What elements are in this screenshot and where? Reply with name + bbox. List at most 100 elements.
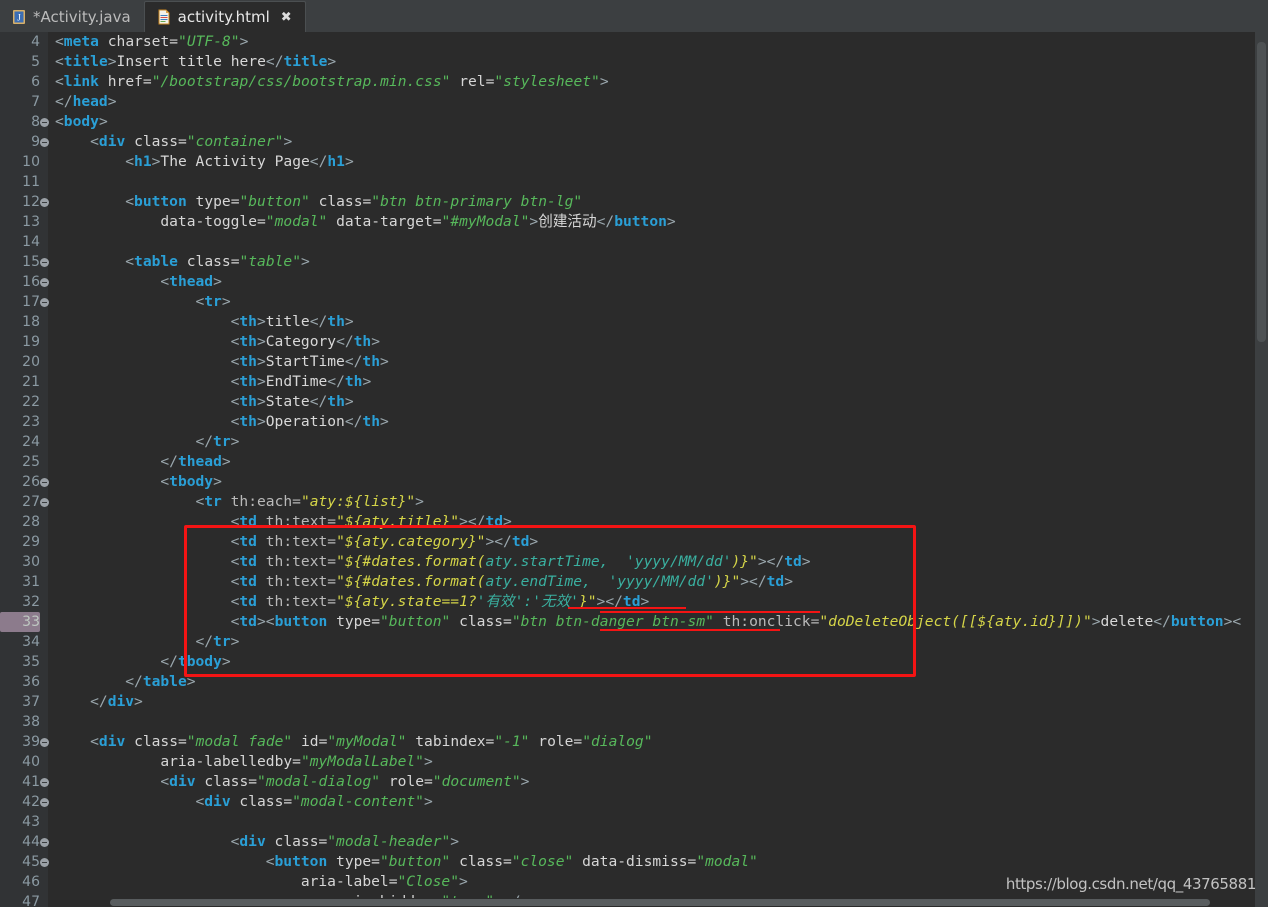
close-icon[interactable]: ✖ (281, 11, 292, 24)
code-line[interactable]: 15 <table class="table"> (0, 252, 1268, 272)
code-line[interactable]: 43 (0, 812, 1268, 832)
line-number: 30 (22, 554, 40, 570)
code-line[interactable]: 11 (0, 172, 1268, 192)
line-number: 14 (22, 234, 40, 250)
line-number: 11 (22, 174, 40, 190)
line-number: 35 (22, 654, 40, 670)
horizontal-scrollbar-track[interactable] (48, 898, 1255, 907)
code-text: <div class="modal-header"> (230, 833, 460, 850)
code-line[interactable]: 24 </tr> (0, 432, 1268, 452)
fold-toggle-icon[interactable] (40, 778, 49, 787)
code-line[interactable]: 17 <tr> (0, 292, 1268, 312)
code-line[interactable]: 4 <meta charset="UTF-8"> (0, 32, 1268, 52)
code-line[interactable]: 37 </div> (0, 692, 1268, 712)
code-text: <td th:text="${#dates.format(aty.endTime… (230, 573, 793, 590)
line-number: 32 (22, 594, 40, 610)
code-line[interactable]: 6 <link href="/bootstrap/css/bootstrap.mi… (0, 72, 1268, 92)
line-number: 5 (31, 54, 40, 70)
fold-toggle-icon[interactable] (40, 738, 49, 747)
code-text: </tbody> (160, 653, 231, 670)
code-line[interactable]: 7 </head> (0, 92, 1268, 112)
fold-toggle-icon[interactable] (40, 498, 49, 507)
line-number: 26 (22, 474, 40, 490)
fold-toggle-icon[interactable] (40, 198, 49, 207)
fold-toggle-icon[interactable] (40, 298, 49, 307)
line-number: 17 (22, 294, 40, 310)
code-text: <td th:text="${#dates.format(aty.startTi… (230, 553, 811, 570)
code-line[interactable]: 12 <button type="button" class="btn btn-p… (0, 192, 1268, 212)
line-number: 12 (22, 194, 40, 210)
code-line[interactable]: 29 <td th:text="${aty.category}"></td> (0, 532, 1268, 552)
code-line[interactable]: 10 <h1>The Activity Page</h1> (0, 152, 1268, 172)
code-line[interactable]: 9 <div class="container"> (0, 132, 1268, 152)
code-line[interactable]: 18 <th>title</th> (0, 312, 1268, 332)
code-text: <tbody> (160, 473, 222, 490)
code-text: <div class="modal fade" id="myModal" tab… (90, 733, 653, 750)
code-line[interactable]: 41 <div class="modal-dialog" role="docume… (0, 772, 1268, 792)
code-line[interactable]: 36 </table> (0, 672, 1268, 692)
code-line[interactable]: 27 <tr th:each="aty:${list}"> (0, 492, 1268, 512)
code-text: <div class="modal-dialog" role="document… (160, 773, 530, 790)
code-line[interactable]: 44 <div class="modal-header"> (0, 832, 1268, 852)
code-text: <table class="table"> (125, 253, 310, 270)
tab-activity-html[interactable]: activity.html ✖ (143, 1, 306, 32)
code-text: </thead> (160, 453, 231, 470)
line-number: 46 (22, 874, 40, 890)
code-line[interactable]: 45 <button type="button" class="close" da… (0, 852, 1268, 872)
editor-tab-bar: J *Activity.java activity.html ✖ (0, 0, 1268, 32)
tab-label: *Activity.java (33, 7, 131, 26)
line-number: 47 (22, 894, 40, 907)
fold-toggle-icon[interactable] (40, 138, 49, 147)
code-line[interactable]: 23 <th>Operation</th> (0, 412, 1268, 432)
code-line[interactable]: 34 </tr> (0, 632, 1268, 652)
code-line[interactable]: 31 <td th:text="${#dates.format(aty.endTi… (0, 572, 1268, 592)
vertical-scrollbar-thumb[interactable] (1257, 42, 1266, 342)
tab-activity-java[interactable]: J *Activity.java (0, 1, 144, 32)
vertical-scrollbar-track[interactable] (1255, 32, 1268, 907)
fold-toggle-icon[interactable] (40, 798, 49, 807)
code-text: <th>State</th> (230, 393, 354, 410)
horizontal-scrollbar-thumb[interactable] (110, 899, 1210, 906)
code-line[interactable]: 28 <td th:text="${aty.title}"></td> (0, 512, 1268, 532)
code-text: <tr> (195, 293, 231, 310)
code-line[interactable]: 5 <title>Insert title here</title> (0, 52, 1268, 72)
code-line[interactable]: 33 <td><button type="button" class="btn b… (0, 612, 1268, 632)
fold-toggle-icon[interactable] (40, 858, 49, 867)
code-line[interactable]: 19 <th>Category</th> (0, 332, 1268, 352)
code-line[interactable]: 14 (0, 232, 1268, 252)
line-number: 31 (22, 574, 40, 590)
fold-toggle-icon[interactable] (40, 838, 49, 847)
code-line[interactable]: 40 aria-labelledby="myModalLabel"> (0, 752, 1268, 772)
code-text: aria-labelledby="myModalLabel"> (160, 753, 433, 770)
fold-toggle-icon[interactable] (40, 278, 49, 287)
line-number: 21 (22, 374, 40, 390)
line-number: 10 (22, 154, 40, 170)
code-text: </tr> (195, 433, 240, 450)
code-text: <div class="modal-content"> (195, 793, 433, 810)
code-line[interactable]: 35 </tbody> (0, 652, 1268, 672)
code-line[interactable]: 16 <thead> (0, 272, 1268, 292)
code-line[interactable]: 30 <td th:text="${#dates.format(aty.start… (0, 552, 1268, 572)
code-line[interactable]: 8 <body> (0, 112, 1268, 132)
code-line[interactable]: 39 <div class="modal fade" id="myModal" t… (0, 732, 1268, 752)
code-text: <th>title</th> (230, 313, 354, 330)
code-line[interactable]: 13 data-toggle="modal" data-target="#myMo… (0, 212, 1268, 232)
code-line[interactable]: 22 <th>State</th> (0, 392, 1268, 412)
code-line[interactable]: 38 (0, 712, 1268, 732)
code-line[interactable]: 21 <th>EndTime</th> (0, 372, 1268, 392)
code-text: <td th:text="${aty.category}"></td> (230, 533, 539, 550)
fold-toggle-icon[interactable] (40, 478, 49, 487)
code-editor[interactable]: 4 <meta charset="UTF-8"> 5 <title>Insert ti… (0, 32, 1268, 907)
line-number: 13 (22, 214, 40, 230)
code-line[interactable]: 25 </thead> (0, 452, 1268, 472)
code-line[interactable]: 42 <div class="modal-content"> (0, 792, 1268, 812)
code-line[interactable]: 32 <td th:text="${aty.state==1?'有效':'无效'}… (0, 592, 1268, 612)
code-line[interactable]: 26 <tbody> (0, 472, 1268, 492)
code-text: <link href="/bootstrap/css/bootstrap.min… (55, 73, 609, 90)
fold-toggle-icon[interactable] (40, 258, 49, 267)
line-number: 25 (22, 454, 40, 470)
fold-toggle-icon[interactable] (40, 118, 49, 127)
line-number: 16 (22, 274, 40, 290)
code-line[interactable]: 20 <th>StartTime</th> (0, 352, 1268, 372)
line-number: 40 (22, 754, 40, 770)
